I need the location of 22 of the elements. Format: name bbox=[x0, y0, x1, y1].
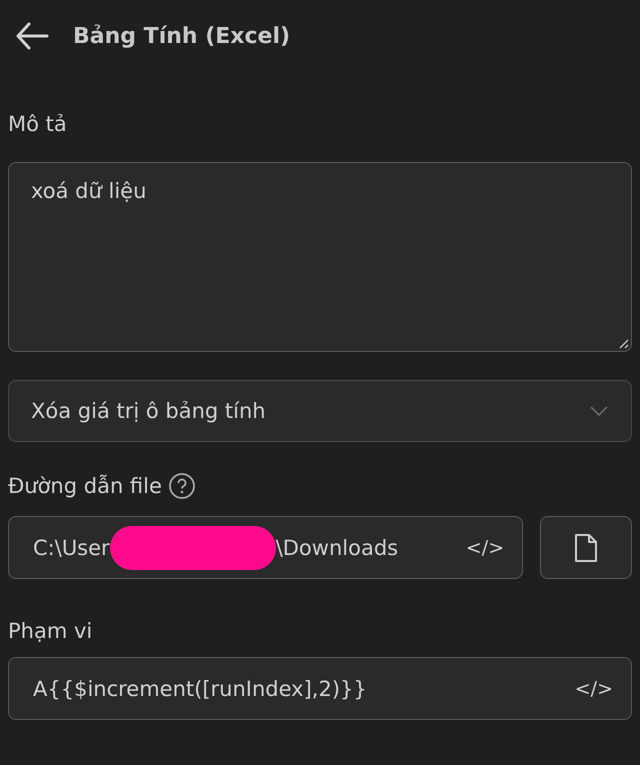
code-toggle-button[interactable]: </> bbox=[462, 534, 508, 560]
file-icon bbox=[573, 532, 600, 562]
action-dropdown[interactable]: Xóa giá trị ô bảng tính bbox=[8, 380, 632, 442]
field-label: Đường dẫn file bbox=[8, 474, 162, 498]
range-field[interactable]: A{{$increment([runIndex],2)}} </> bbox=[8, 657, 632, 720]
resize-handle-icon[interactable] bbox=[617, 337, 629, 349]
field-value: C:\User bbox=[33, 536, 110, 560]
page-title: Bảng Tính (Excel) bbox=[73, 24, 290, 48]
description-field[interactable]: xoá dữ liệu bbox=[8, 162, 632, 352]
file-path-field[interactable]: C:\User \Downloads </> bbox=[8, 516, 524, 579]
field-label: Mô tả bbox=[8, 112, 68, 138]
dropdown-value: Xóa giá trị ô bảng tính bbox=[31, 399, 266, 423]
field-label: Phạm vi bbox=[8, 619, 94, 645]
back-arrow-icon bbox=[15, 22, 49, 50]
field-value: xoá dữ liệu bbox=[31, 179, 146, 203]
browse-file-button[interactable] bbox=[540, 516, 632, 579]
field-value: \Downloads bbox=[276, 536, 398, 560]
code-toggle-button[interactable]: </> bbox=[570, 676, 617, 702]
field-value: A{{$increment([runIndex],2)}} bbox=[33, 676, 367, 700]
back-button[interactable] bbox=[15, 22, 49, 50]
chevron-down-icon bbox=[589, 405, 609, 417]
help-icon[interactable] bbox=[168, 472, 196, 500]
